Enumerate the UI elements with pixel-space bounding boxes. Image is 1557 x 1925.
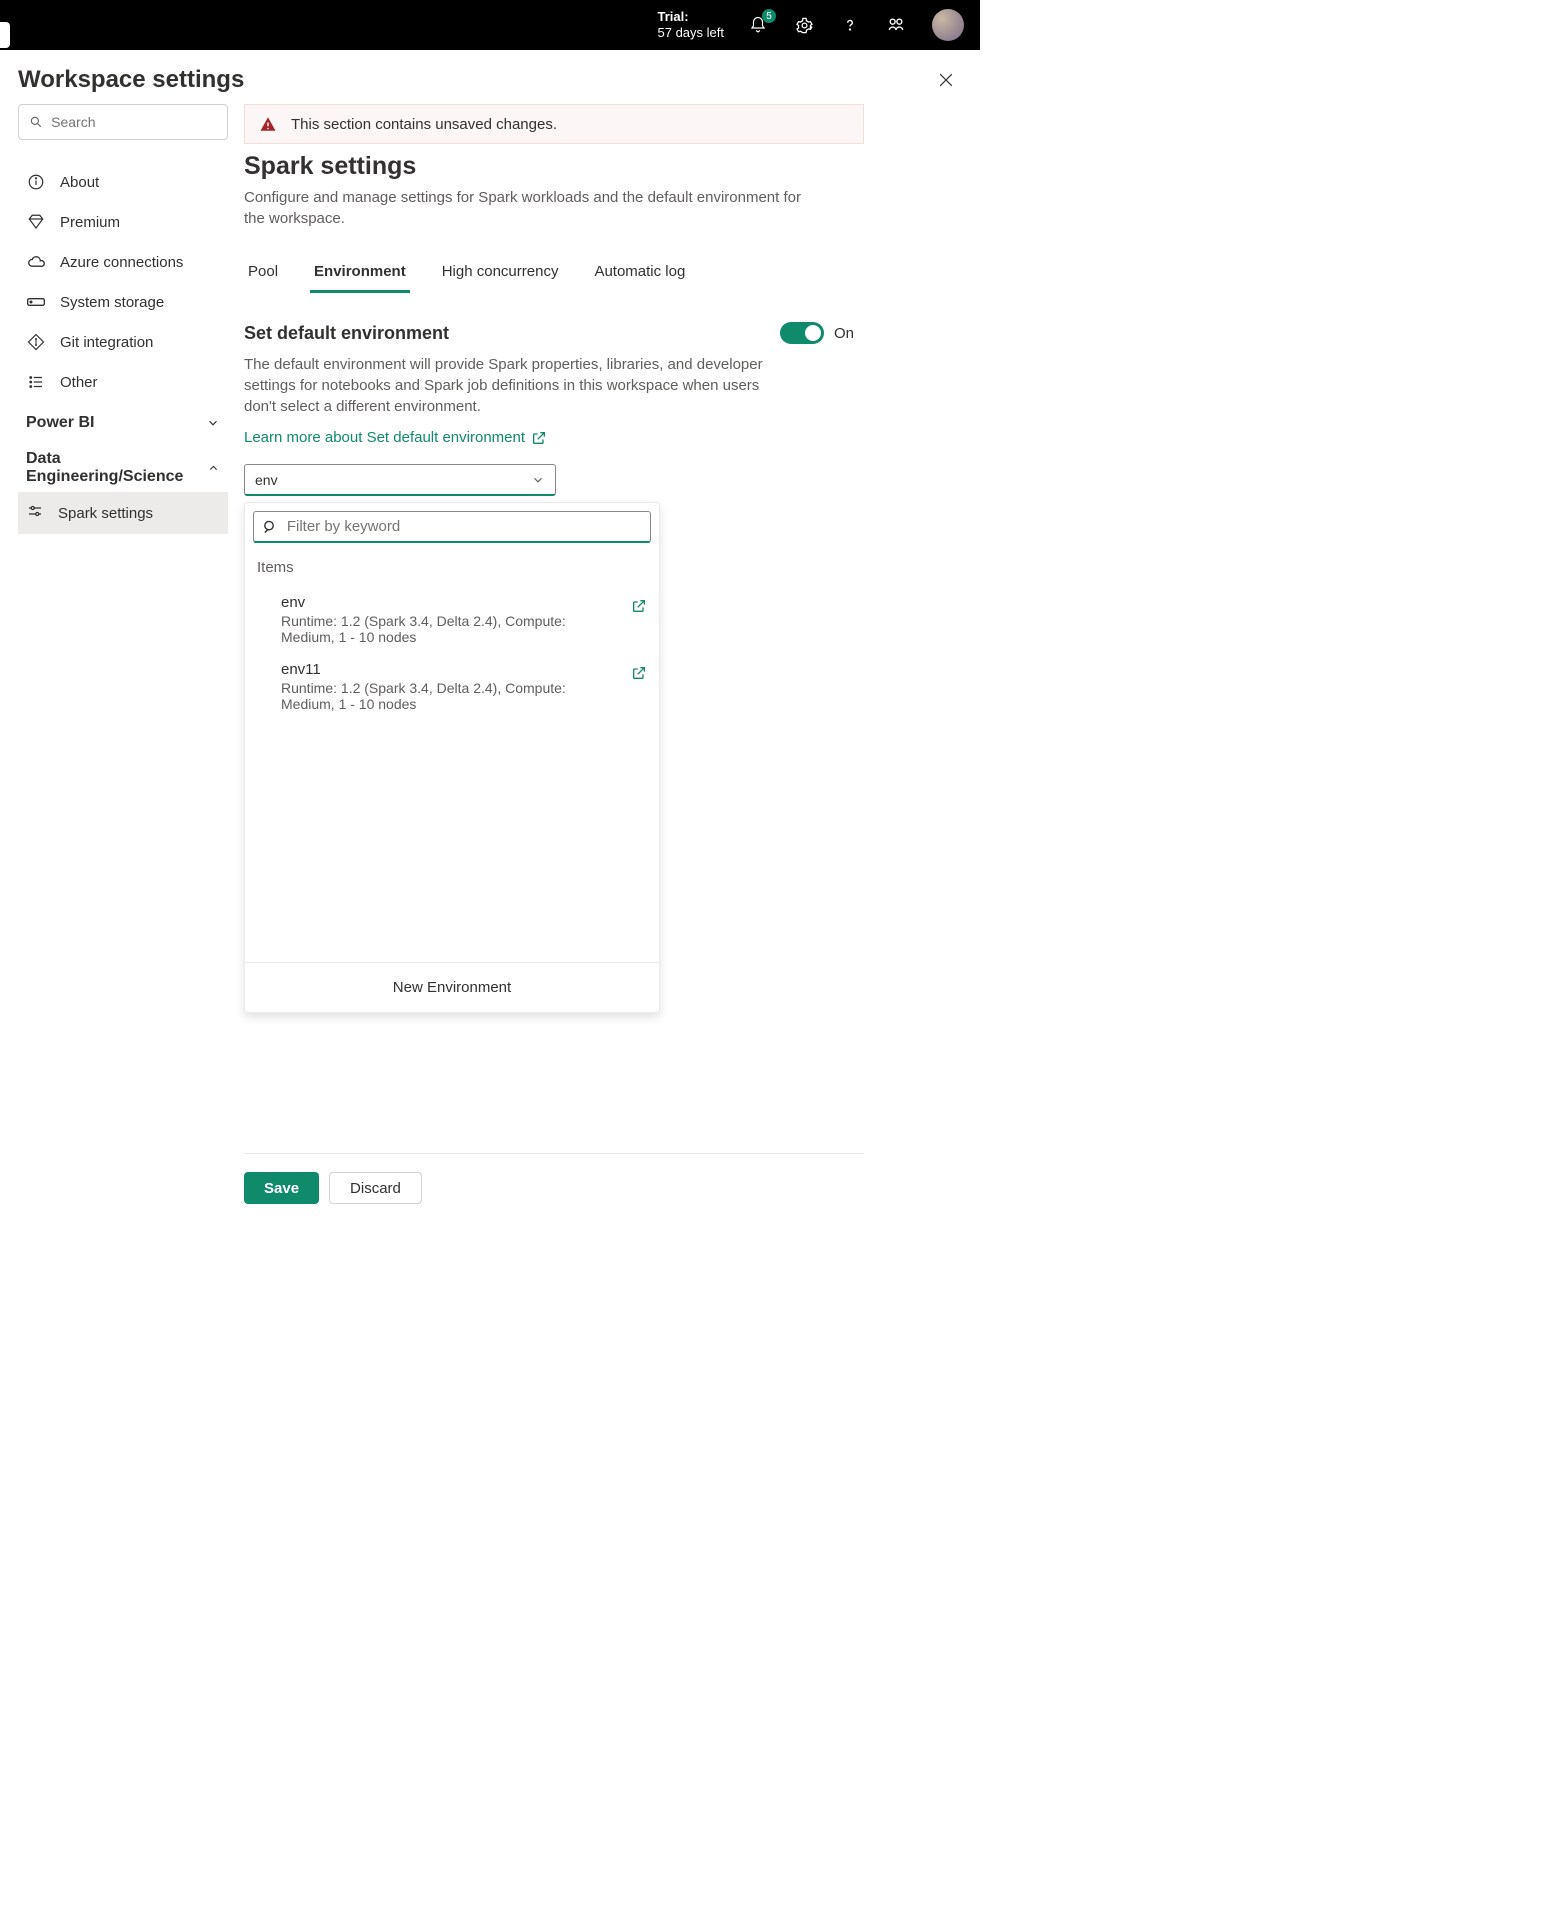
sidebar-item-label: About	[60, 174, 99, 191]
env-dropdown[interactable]: env	[244, 464, 556, 496]
git-icon	[26, 332, 46, 352]
open-external-icon[interactable]	[631, 598, 647, 614]
environment-block: Set default environment On The default e…	[244, 322, 962, 1013]
env-list: env Runtime: 1.2 (Spark 3.4, Delta 2.4),…	[245, 582, 659, 962]
top-bar: Trial: 57 days left 5	[0, 0, 980, 50]
tab-pool[interactable]: Pool	[244, 253, 282, 293]
env-list-item[interactable]: env11 Runtime: 1.2 (Spark 3.4, Delta 2.4…	[245, 653, 659, 720]
chevron-up-icon	[207, 461, 220, 475]
learn-link-text: Learn more about Set default environment	[244, 429, 525, 446]
sidebar-item-label: Git integration	[60, 334, 153, 351]
storage-icon	[26, 292, 46, 312]
sidebar-item-other[interactable]: Other	[18, 362, 228, 402]
sidebar-item-premium[interactable]: Premium	[18, 202, 228, 242]
sidebar-item-storage[interactable]: System storage	[18, 282, 228, 322]
env-description: The default environment will provide Spa…	[244, 354, 794, 417]
env-item-meta: Runtime: 1.2 (Spark 3.4, Delta 2.4), Com…	[281, 680, 621, 712]
env-list-item[interactable]: env Runtime: 1.2 (Spark 3.4, Delta 2.4),…	[245, 586, 659, 653]
notification-badge: 5	[762, 9, 776, 23]
env-dropdown-value: env	[255, 472, 278, 488]
env-toggle-row: On	[780, 322, 854, 344]
sidebar-item-azure[interactable]: Azure connections	[18, 242, 228, 282]
sidebar-item-label: Premium	[60, 214, 120, 231]
env-toggle[interactable]	[780, 322, 824, 344]
top-icon-row: 5	[748, 9, 964, 41]
tab-high-concurrency[interactable]: High concurrency	[438, 253, 563, 293]
env-learn-more-link[interactable]: Learn more about Set default environment	[244, 429, 547, 446]
chevron-down-icon	[206, 416, 220, 430]
spark-tabs: Pool Environment High concurrency Automa…	[244, 253, 962, 294]
sidebar-section-powerbi[interactable]: Power BI	[18, 402, 228, 438]
tab-environment[interactable]: Environment	[310, 253, 410, 293]
trial-label: Trial:	[658, 9, 725, 25]
spark-section-title: Spark settings	[244, 152, 962, 181]
settings-icon[interactable]	[794, 15, 814, 35]
help-icon[interactable]	[840, 15, 860, 35]
close-button[interactable]	[936, 70, 956, 90]
alert-text: This section contains unsaved changes.	[291, 116, 557, 133]
main-panel: This section contains unsaved changes. S…	[244, 104, 962, 1204]
footer-actions: Save Discard	[244, 1153, 864, 1204]
env-filter-box[interactable]	[253, 511, 651, 543]
discard-button[interactable]: Discard	[329, 1172, 422, 1204]
page-title: Workspace settings	[18, 66, 244, 94]
env-toggle-label: On	[834, 325, 854, 342]
sidebar-item-label: Other	[60, 374, 98, 391]
sidebar: About Premium Azure connections System s…	[18, 104, 228, 1204]
warning-icon	[259, 115, 277, 133]
open-external-icon[interactable]	[631, 665, 647, 681]
spark-section-desc: Configure and manage settings for Spark …	[244, 187, 824, 229]
env-header: Set default environment On	[244, 322, 854, 344]
info-icon	[26, 172, 46, 192]
chevron-down-icon	[531, 473, 545, 487]
env-items-label: Items	[245, 551, 659, 582]
sidebar-item-about[interactable]: About	[18, 162, 228, 202]
trial-info: Trial: 57 days left	[658, 9, 725, 40]
user-avatar[interactable]	[932, 9, 964, 41]
tab-automatic-log[interactable]: Automatic log	[590, 253, 689, 293]
notifications-icon[interactable]: 5	[748, 15, 768, 35]
cloud-icon	[26, 252, 46, 272]
sidebar-main-list: About Premium Azure connections System s…	[18, 162, 228, 402]
search-icon	[262, 518, 279, 536]
feedback-icon[interactable]	[886, 15, 906, 35]
trial-days: 57 days left	[658, 25, 725, 41]
env-dropdown-panel: Items env Runtime: 1.2 (Spark 3.4, Delta…	[244, 502, 660, 1013]
section-label: Power BI	[26, 414, 94, 432]
left-edge-card	[0, 22, 10, 48]
env-heading: Set default environment	[244, 323, 449, 344]
list-icon	[26, 372, 46, 392]
sidebar-item-label: Azure connections	[60, 254, 183, 271]
sidebar-item-label: System storage	[60, 294, 164, 311]
env-item-meta: Runtime: 1.2 (Spark 3.4, Delta 2.4), Com…	[281, 613, 621, 645]
sidebar-item-spark-settings[interactable]: Spark settings	[18, 492, 228, 534]
unsaved-alert: This section contains unsaved changes.	[244, 104, 864, 144]
env-item-name: env	[281, 594, 621, 611]
search-box[interactable]	[18, 104, 228, 140]
new-environment-button[interactable]: New Environment	[245, 962, 659, 1012]
sidebar-section-des[interactable]: Data Engineering/Science	[18, 438, 228, 492]
diamond-icon	[26, 212, 46, 232]
page-header: Workspace settings	[0, 50, 980, 104]
sidebar-item-label: Spark settings	[58, 505, 153, 522]
external-link-icon	[531, 430, 547, 446]
save-button[interactable]: Save	[244, 1172, 319, 1204]
env-filter-input[interactable]	[287, 518, 642, 535]
section-label: Data Engineering/Science	[26, 450, 207, 486]
sliders-icon	[26, 502, 44, 524]
search-input[interactable]	[51, 114, 217, 130]
env-item-name: env11	[281, 661, 621, 678]
sidebar-item-git[interactable]: Git integration	[18, 322, 228, 362]
